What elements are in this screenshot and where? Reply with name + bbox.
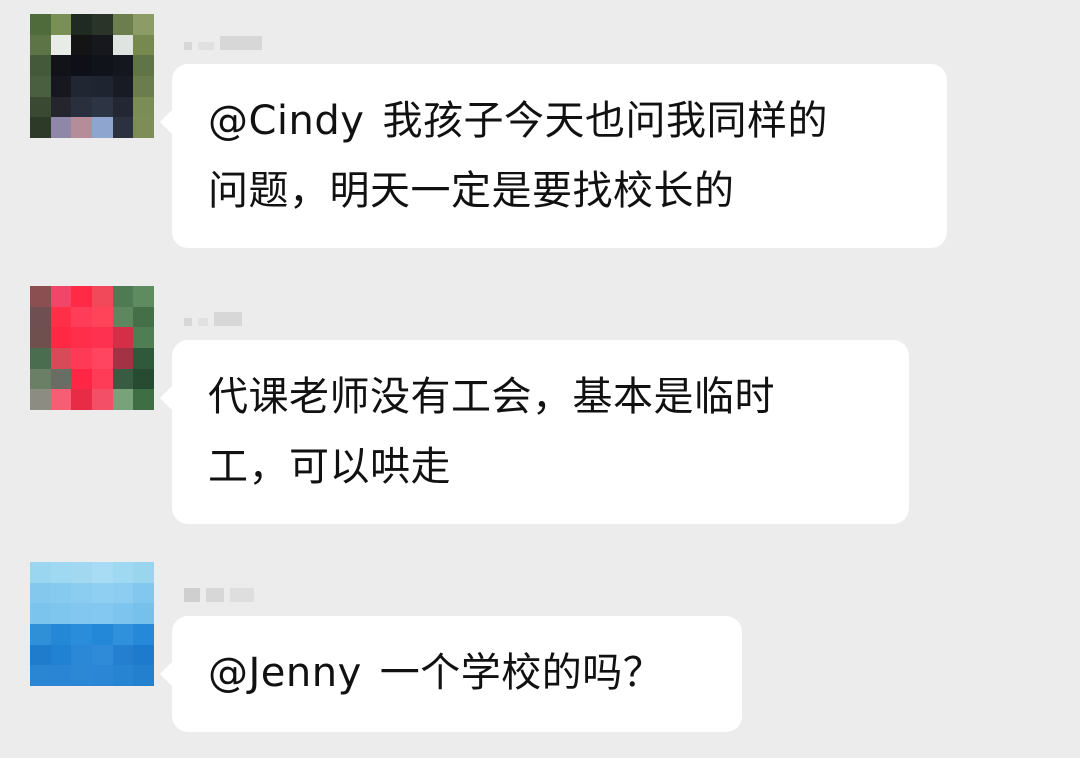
mention-jenny[interactable]: @Jenny (208, 650, 362, 696)
sender-name-2 (184, 304, 242, 326)
message-line-2b: 工，可以哄走 (208, 444, 451, 490)
sender-avatar-1[interactable] (30, 14, 154, 138)
sender-avatar-3[interactable] (30, 562, 154, 686)
sender-avatar-2[interactable] (30, 286, 154, 410)
message-bubble-2[interactable]: 代课老师没有工会，基本是临时 工，可以哄走 (160, 340, 909, 524)
sender-name-1 (184, 28, 262, 50)
sender-name-3 (184, 580, 254, 602)
message-text-3a: 一个学校的吗？ (379, 650, 664, 696)
message-text-1a: 我孩子今天也问我同样的 (382, 98, 828, 144)
message-line-1a: @Cindy 我孩子今天也问我同样的 (208, 86, 917, 156)
message-line-2a: 代课老师没有工会，基本是临时 (208, 374, 775, 420)
message-line-3a: @Jenny 一个学校的吗？ (208, 638, 712, 708)
message-bubble-3[interactable]: @Jenny 一个学校的吗？ (160, 616, 742, 732)
message-line-1b: 问题，明天一定是要找校长的 (208, 168, 735, 214)
mention-cindy[interactable]: @Cindy (208, 98, 364, 144)
message-bubble-1[interactable]: @Cindy 我孩子今天也问我同样的 问题，明天一定是要找校长的 (160, 64, 947, 248)
chat-thread: @Cindy 我孩子今天也问我同样的 问题，明天一定是要找校长的 代课老师没有工会… (0, 0, 1080, 758)
